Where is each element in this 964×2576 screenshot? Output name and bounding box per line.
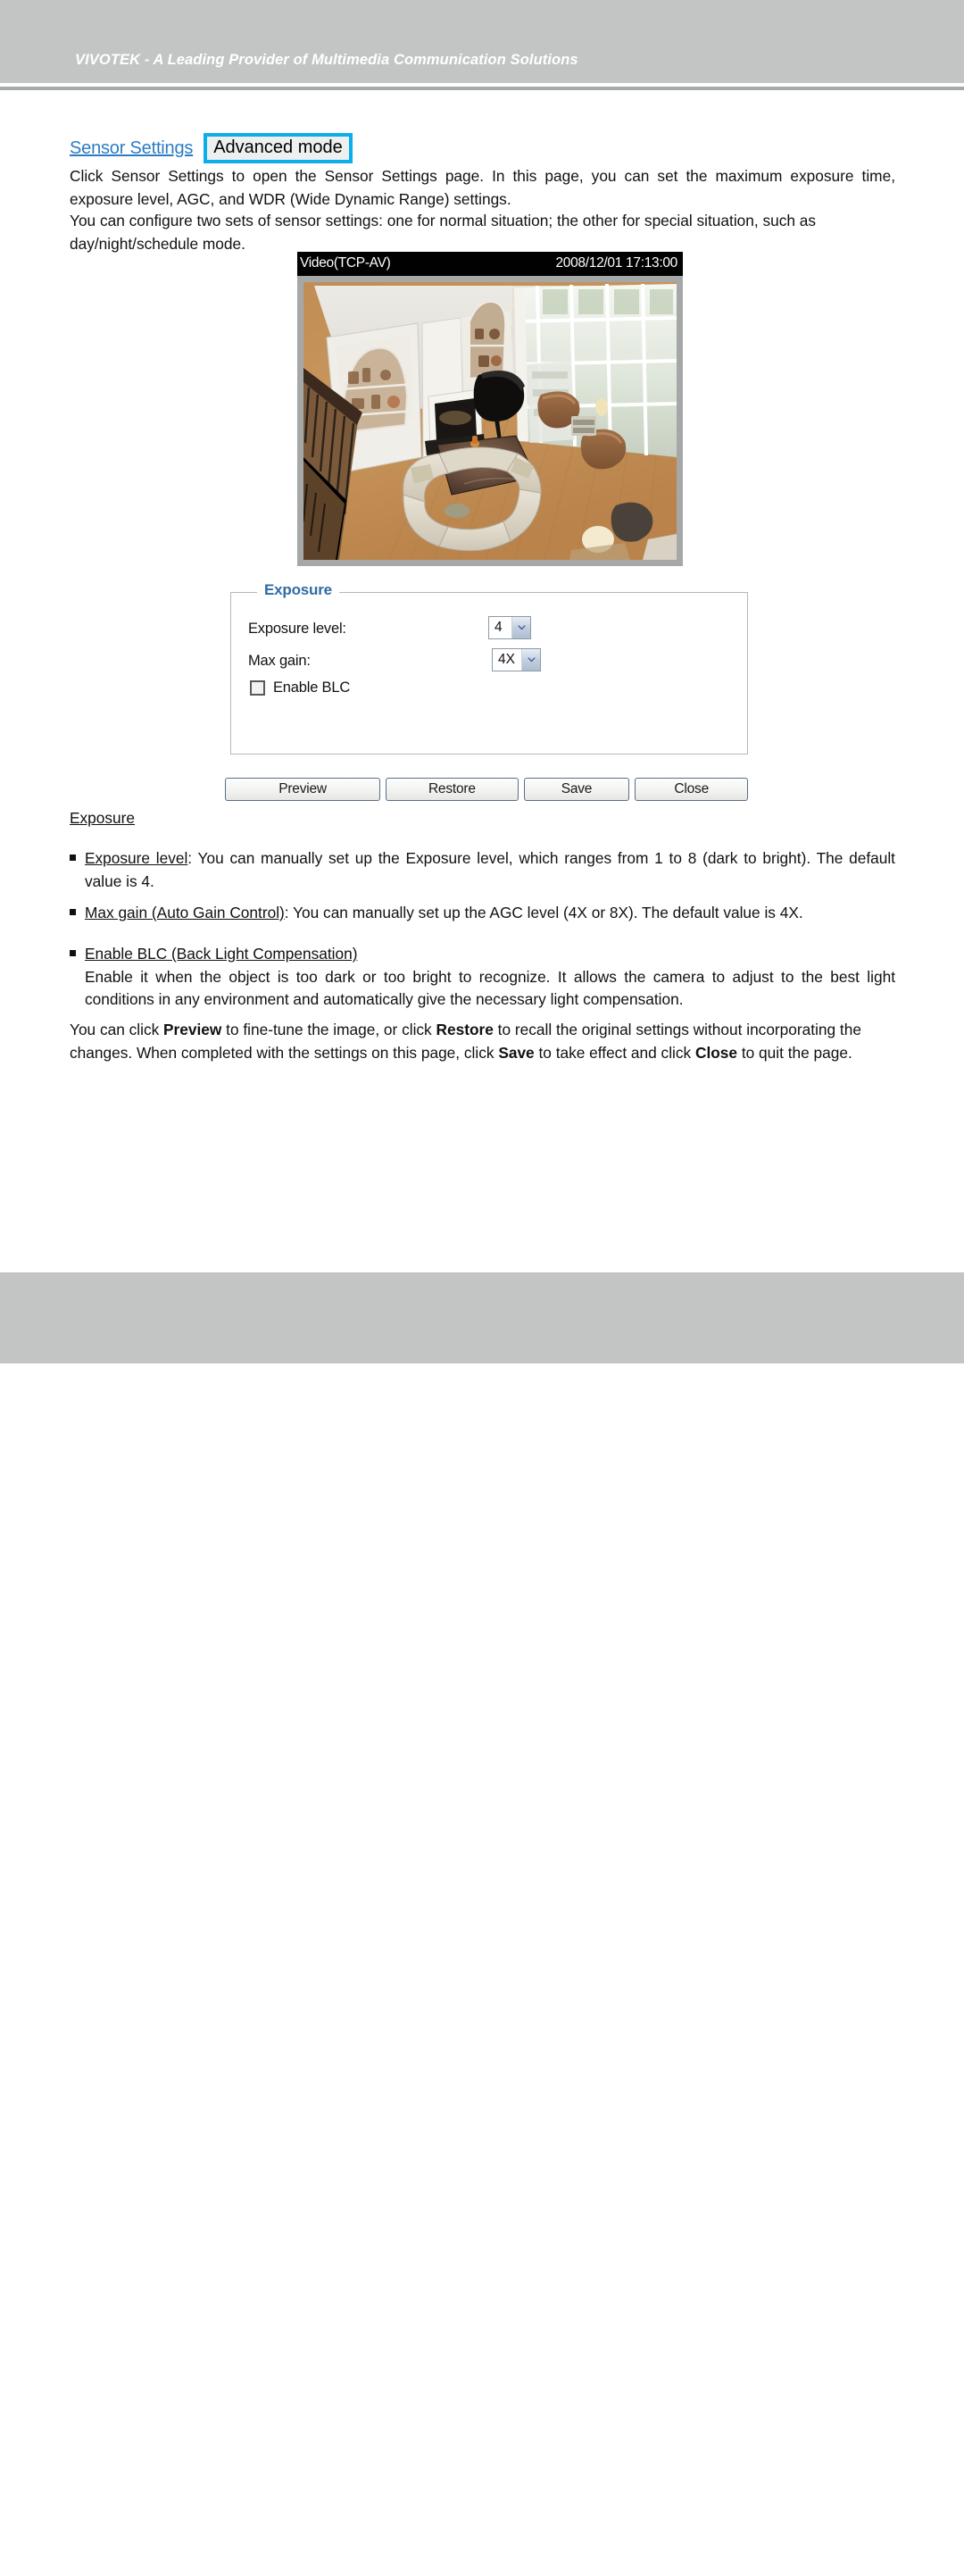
bullet-3-body: Enable it when the object is too dark or… xyxy=(85,967,895,1009)
bullet-square-icon xyxy=(70,950,76,956)
camera-stream-label: Video(TCP-AV) xyxy=(300,255,391,271)
bullet-1-term: Exposure level xyxy=(85,849,188,867)
closing-bold-preview: Preview xyxy=(163,1021,222,1038)
closing-text-1: You can click xyxy=(70,1021,164,1038)
closing-text-2: to fine-tune the image, or click xyxy=(221,1021,436,1038)
bullet-2-body: : You can manually set up the AGC level … xyxy=(284,904,803,921)
chevron-down-icon[interactable] xyxy=(511,617,530,638)
advanced-mode-badge: Advanced mode xyxy=(204,133,353,164)
dialog-button-row: Preview Restore Save Close xyxy=(225,778,749,801)
closing-text-4: to take effect and click xyxy=(534,1043,695,1062)
footer-page-label: 54 - User's Manual xyxy=(70,2562,183,2576)
enable-blc-checkbox[interactable] xyxy=(250,680,265,696)
exposure-legend: Exposure xyxy=(257,581,339,599)
header-title: VIVOTEK - A Leading Provider of Multimed… xyxy=(75,52,578,68)
page-footer-band: 54 - User's Manual xyxy=(0,1272,964,2576)
bullet-enable-blc: Enable BLC (Back Light Compensation) Enab… xyxy=(70,943,895,1012)
closing-bold-close: Close xyxy=(694,1043,738,1062)
camera-preview-titlebar: Video(TCP-AV) 2008/12/01 17:13:00 xyxy=(297,252,683,276)
bullet-square-icon xyxy=(70,854,76,861)
preview-button[interactable]: Preview xyxy=(225,778,381,801)
living-room-scene-image xyxy=(303,282,677,560)
bullet-enable-blc-text: Enable BLC (Back Light Compensation) Enab… xyxy=(85,943,895,1012)
bullet-2-term: Max gain (Auto Gain Control) xyxy=(85,904,285,921)
header-divider-rule xyxy=(0,87,964,90)
max-gain-value: 4X xyxy=(498,652,515,667)
enable-blc-label: Enable BLC xyxy=(273,679,351,696)
exposure-level-label: Exposure level: xyxy=(248,621,346,637)
chevron-down-icon[interactable] xyxy=(521,649,540,671)
bullet-max-gain-text: Max gain (Auto Gain Control): You can ma… xyxy=(85,902,895,925)
max-gain-select[interactable]: 4X xyxy=(492,648,541,671)
save-button[interactable]: Save xyxy=(523,778,630,801)
closing-bold-save: Save xyxy=(498,1043,535,1062)
sensor-settings-link[interactable]: Sensor Settings xyxy=(70,138,193,159)
bullet-exposure-level-text: Exposure level: You can manually set up … xyxy=(85,847,895,893)
bullet-max-gain: Max gain (Auto Gain Control): You can ma… xyxy=(70,902,895,925)
camera-timestamp: 2008/12/01 17:13:00 xyxy=(555,255,677,271)
closing-paragraph: You can click Preview to fine-tune the i… xyxy=(70,1019,895,1064)
bullet-square-icon xyxy=(70,909,76,915)
page-title-row: Sensor Settings Advanced mode xyxy=(70,133,353,164)
exposure-level-select[interactable]: 4 xyxy=(488,616,531,639)
exposure-level-value: 4 xyxy=(494,620,503,635)
bullet-1-body: : You can manually set up the Exposure l… xyxy=(85,849,895,890)
exposure-section-heading: Exposure xyxy=(70,809,136,827)
restore-button[interactable]: Restore xyxy=(386,778,519,801)
page-header-band: VIVOTEK - A Leading Provider of Multimed… xyxy=(0,0,964,83)
intro-paragraph-2: You can configure two sets of sensor set… xyxy=(70,210,895,255)
max-gain-label: Max gain: xyxy=(248,653,311,669)
camera-video-viewport xyxy=(303,282,677,560)
closing-bold-restore: Restore xyxy=(436,1021,494,1038)
intro-paragraph-1: Click Sensor Settings to open the Sensor… xyxy=(70,167,895,208)
closing-text-5: to quit the page. xyxy=(737,1043,852,1062)
intro-paragraph-2-text: You can configure two sets of sensor set… xyxy=(70,212,817,253)
bullet-exposure-level: Exposure level: You can manually set up … xyxy=(70,847,895,893)
bullet-3-term: Enable BLC (Back Light Compensation) xyxy=(85,945,358,963)
camera-preview-screenshot: Video(TCP-AV) 2008/12/01 17:13:00 xyxy=(297,252,683,566)
enable-blc-row[interactable]: Enable BLC xyxy=(250,679,350,696)
close-button[interactable]: Close xyxy=(635,778,749,801)
